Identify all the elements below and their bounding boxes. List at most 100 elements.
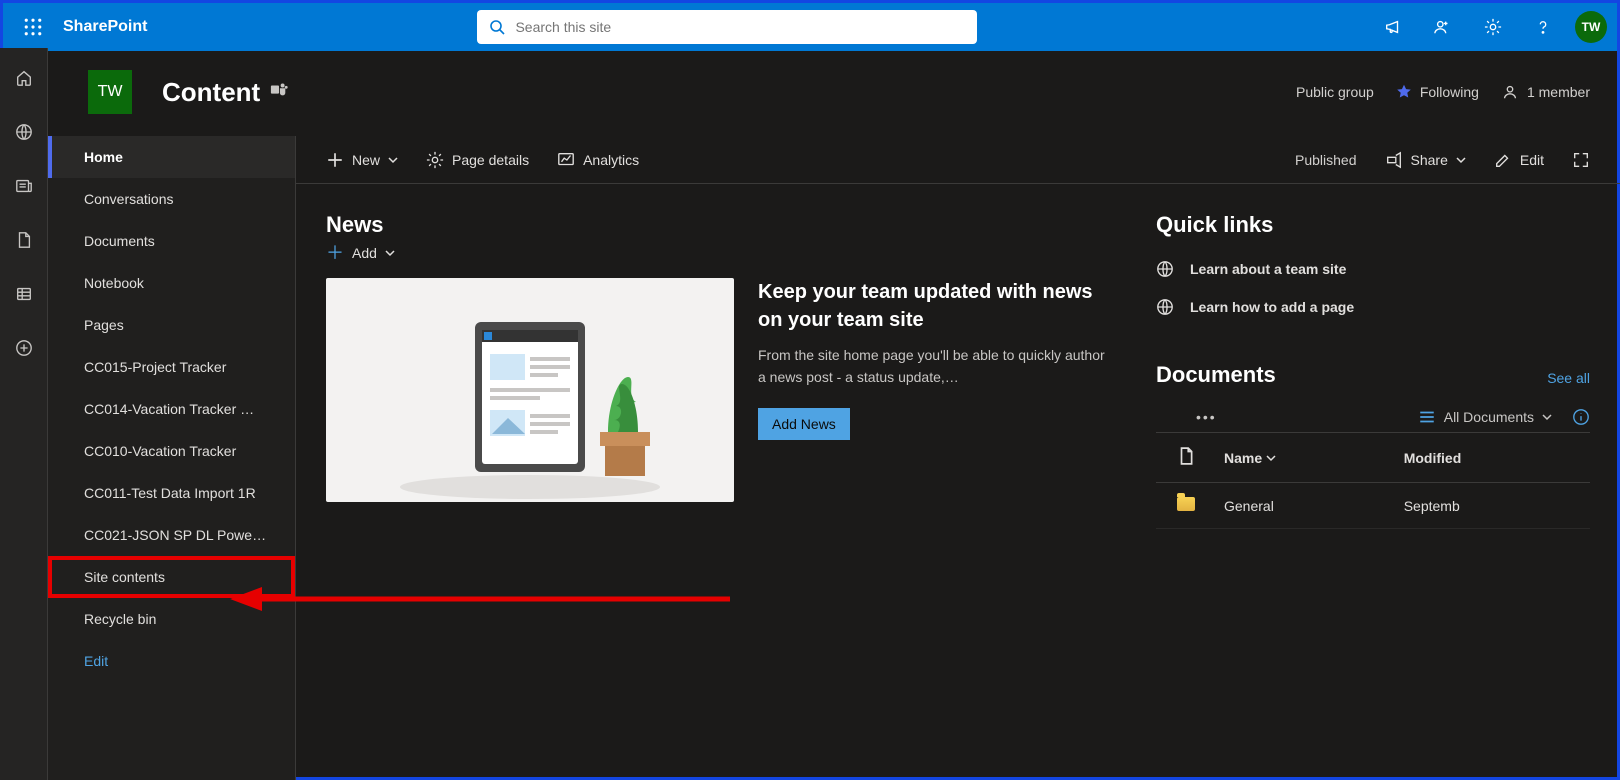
news-placeholder-icon — [380, 302, 680, 502]
publish-status: Published — [1295, 152, 1357, 168]
quick-link-item[interactable]: Learn how to add a page — [1156, 288, 1590, 326]
quick-link-item[interactable]: Learn about a team site — [1156, 250, 1590, 288]
new-button[interactable]: New — [326, 151, 398, 169]
teams-glyph-icon — [270, 81, 288, 99]
doc-modified: Septemb — [1396, 483, 1590, 529]
documents-table: Name Modified GeneralSeptemb — [1156, 433, 1590, 529]
edit-button[interactable]: Edit — [1494, 151, 1544, 169]
col-name[interactable]: Name — [1216, 433, 1396, 483]
app-bar — [0, 48, 48, 780]
plus-icon — [326, 151, 344, 169]
settings-button[interactable] — [1469, 3, 1517, 51]
suite-header: SharePoint TW — [3, 3, 1617, 51]
plus-circle-icon — [15, 339, 33, 357]
analytics-label: Analytics — [583, 152, 639, 168]
following-button[interactable]: Following — [1396, 84, 1479, 100]
help-icon — [1534, 18, 1552, 36]
col-modified[interactable]: Modified — [1396, 433, 1590, 483]
gear-icon — [426, 151, 444, 169]
doc-name: General — [1216, 483, 1396, 529]
megaphone-button[interactable] — [1369, 3, 1417, 51]
chevron-down-icon — [385, 248, 395, 258]
create-rail-button[interactable] — [8, 338, 40, 358]
news-headline: Keep your team updated with news on your… — [758, 278, 1116, 334]
documents-title: Documents — [1156, 362, 1276, 388]
suite-brand[interactable]: SharePoint — [63, 18, 147, 36]
sitenav-item[interactable]: CC011-Test Data Import 1R — [48, 472, 295, 514]
app-launcher-button[interactable] — [13, 7, 53, 47]
pencil-icon — [1494, 151, 1512, 169]
search-input[interactable] — [515, 19, 965, 35]
sitenav-item[interactable]: CC014-Vacation Tracker … — [48, 388, 295, 430]
analytics-icon — [557, 151, 575, 169]
add-news-menu[interactable]: ＋ Add — [326, 244, 1116, 262]
news-rail-button[interactable] — [8, 176, 40, 196]
global-rail-button[interactable] — [8, 122, 40, 142]
site-nav: HomeConversationsDocumentsNotebookPagesC… — [48, 136, 296, 780]
quick-links-webpart: Quick links Learn about a team siteLearn… — [1156, 212, 1590, 326]
sitenav-item[interactable]: Pages — [48, 304, 295, 346]
col-type[interactable] — [1156, 433, 1216, 483]
command-bar: New Page details Analytics Published Sha… — [296, 136, 1620, 184]
chevron-down-icon — [388, 155, 398, 165]
news-title: News — [326, 212, 1116, 238]
teams-icon[interactable] — [270, 81, 288, 104]
people-button[interactable] — [1419, 3, 1467, 51]
page-details-button[interactable]: Page details — [426, 151, 529, 169]
files-rail-button[interactable] — [8, 230, 40, 250]
person-icon — [1501, 83, 1519, 101]
star-icon — [1396, 84, 1412, 100]
chevron-down-icon — [1456, 155, 1466, 165]
help-button[interactable] — [1519, 3, 1567, 51]
info-icon[interactable] — [1572, 408, 1590, 426]
quick-links-title: Quick links — [1156, 212, 1590, 238]
sitenav-item[interactable]: Recycle bin — [48, 598, 295, 640]
members-button[interactable]: 1 member — [1501, 83, 1590, 101]
analytics-button[interactable]: Analytics — [557, 151, 639, 169]
view-icon — [1418, 408, 1436, 426]
sitenav-item[interactable]: Edit — [48, 640, 295, 682]
waffle-icon — [24, 18, 42, 36]
lists-rail-button[interactable] — [8, 284, 40, 304]
people-icon — [1434, 18, 1452, 36]
view-label: All Documents — [1444, 409, 1534, 425]
globe-icon — [1156, 260, 1174, 278]
globe-icon — [15, 123, 33, 141]
news-webpart: News ＋ Add — [326, 212, 1116, 752]
sitenav-item[interactable]: Conversations — [48, 178, 295, 220]
sitenav-item[interactable]: Home — [48, 136, 295, 178]
user-avatar[interactable]: TW — [1575, 11, 1607, 43]
news-body-text: From the site home page you'll be able t… — [758, 344, 1116, 388]
news-icon — [15, 177, 33, 195]
share-button[interactable]: Share — [1385, 151, 1466, 169]
see-all-link[interactable]: See all — [1547, 370, 1590, 386]
documents-webpart: Documents See all ••• All Documents — [1156, 362, 1590, 529]
add-label: Add — [352, 245, 377, 261]
more-button[interactable]: ••• — [1156, 409, 1217, 425]
table-row[interactable]: GeneralSeptemb — [1156, 483, 1590, 529]
home-rail-button[interactable] — [8, 68, 40, 88]
site-logo[interactable]: TW — [88, 70, 132, 114]
view-picker[interactable]: All Documents — [1418, 408, 1552, 426]
chevron-down-icon — [1266, 453, 1276, 463]
share-label: Share — [1411, 152, 1448, 168]
search-box[interactable] — [477, 10, 977, 44]
share-icon — [1385, 151, 1403, 169]
add-news-button[interactable]: Add News — [758, 408, 850, 440]
folder-icon — [1177, 497, 1195, 511]
sitenav-item[interactable]: CC010-Vacation Tracker — [48, 430, 295, 472]
sitenav-item[interactable]: Documents — [48, 220, 295, 262]
news-illustration — [326, 278, 734, 502]
sitenav-item[interactable]: Site contents — [48, 556, 295, 598]
sitenav-item[interactable]: Notebook — [48, 262, 295, 304]
search-icon — [489, 19, 505, 35]
expand-button[interactable] — [1572, 151, 1590, 169]
expand-icon — [1572, 151, 1590, 169]
site-title[interactable]: Content — [162, 77, 260, 108]
file-icon — [15, 231, 33, 249]
sitenav-item[interactable]: CC015-Project Tracker — [48, 346, 295, 388]
sitenav-item[interactable]: CC021-JSON SP DL Powe… — [48, 514, 295, 556]
megaphone-icon — [1384, 18, 1402, 36]
following-label: Following — [1420, 84, 1479, 100]
file-icon — [1177, 447, 1195, 465]
